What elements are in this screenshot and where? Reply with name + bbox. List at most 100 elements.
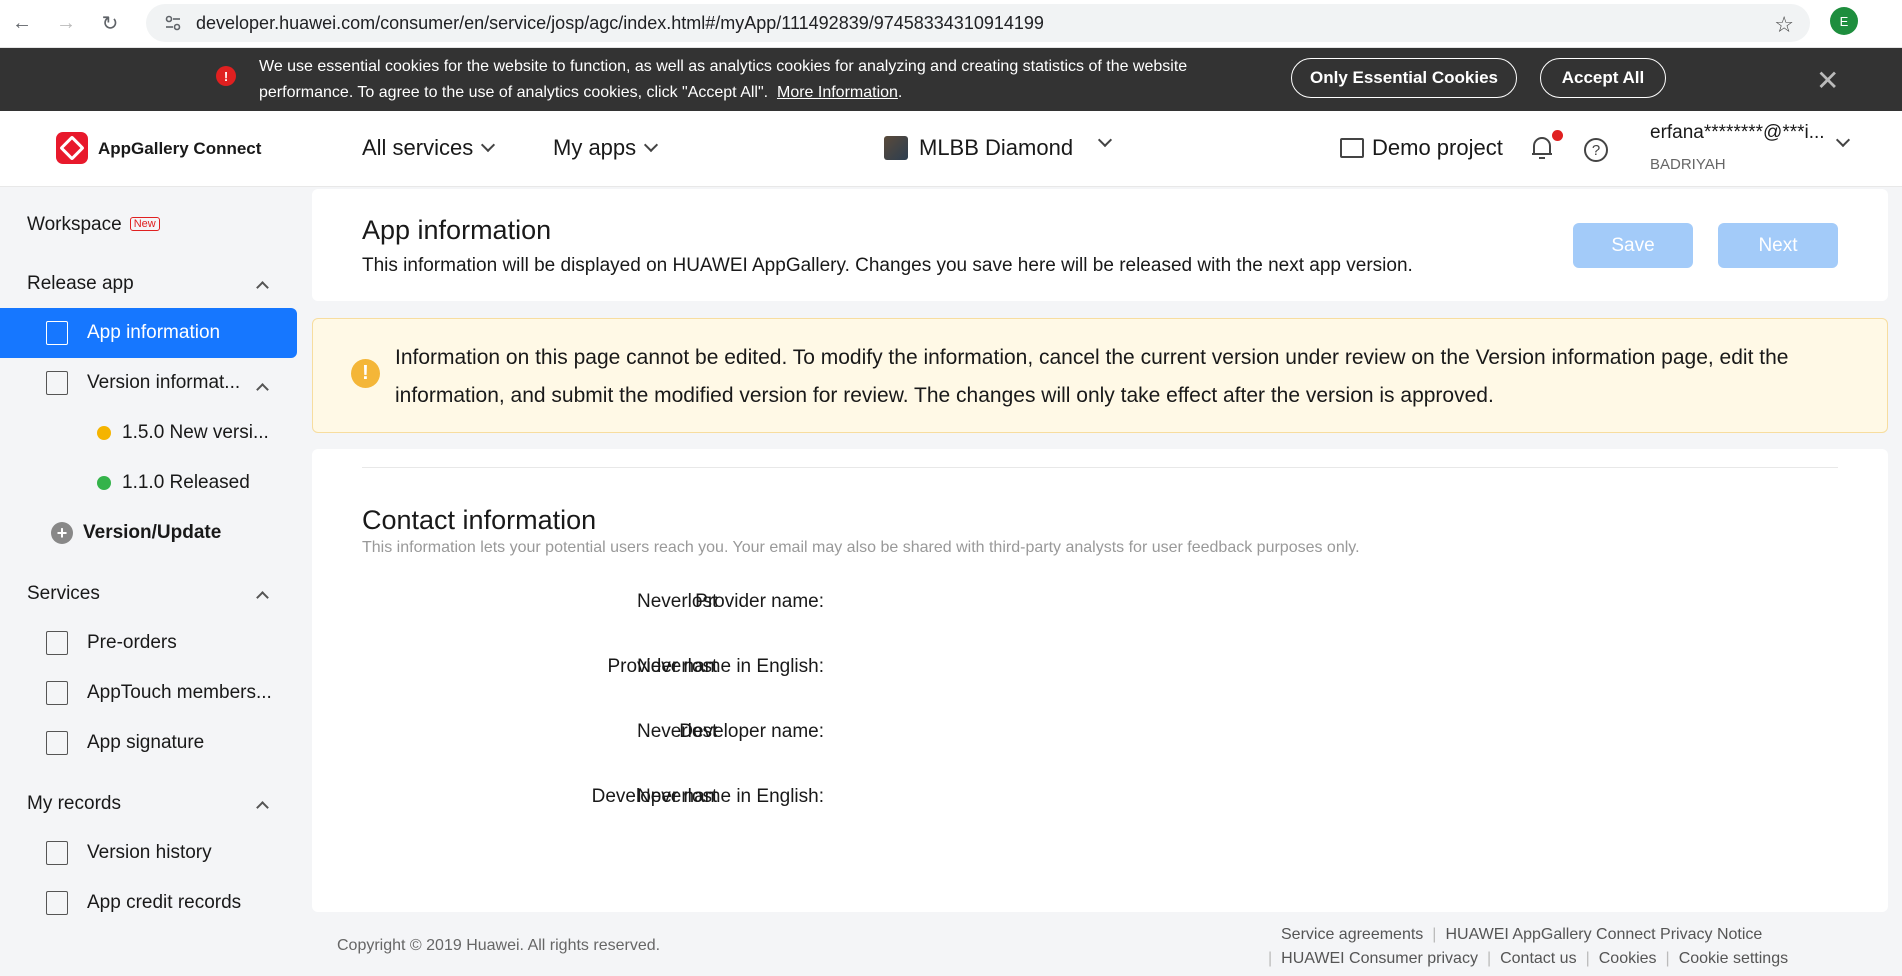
- browser-toolbar: ← → ↻ developer.huawei.com/consumer/en/s…: [0, 0, 1902, 48]
- sidebar-item-label: App information: [87, 322, 221, 343]
- app-signature-icon: [46, 731, 68, 755]
- sidebar: Workspace New Release app App information…: [0, 187, 312, 927]
- sidebar-item-version-update[interactable]: + Version/Update: [0, 508, 297, 558]
- sidebar-item-version-history[interactable]: Version history: [0, 828, 297, 878]
- warning-icon: !: [216, 66, 236, 86]
- user-email[interactable]: erfana********@***i...: [1650, 122, 1825, 144]
- sidebar-item-version-150[interactable]: 1.5.0 New versi...: [0, 408, 297, 458]
- workspace-label: Workspace: [27, 214, 122, 235]
- sidebar-item-pre-orders[interactable]: Pre-orders: [0, 618, 297, 668]
- chevron-up-icon[interactable]: [256, 281, 269, 294]
- chevron-down-icon[interactable]: [1097, 132, 1113, 148]
- cookie-settings-link[interactable]: Cookie settings: [1679, 950, 1788, 967]
- field-value: Neverlost: [637, 721, 718, 742]
- version-info-icon: [46, 371, 68, 395]
- app-header: AppGallery Connect All services My apps …: [0, 111, 1902, 187]
- profile-avatar[interactable]: E: [1830, 7, 1858, 35]
- cookies-link[interactable]: Cookies: [1599, 950, 1657, 967]
- appgallery-logo-icon[interactable]: [56, 132, 88, 164]
- cookie-banner: ! We use essential cookies for the websi…: [0, 48, 1902, 111]
- sidebar-item-label: Version/Update: [83, 522, 222, 543]
- demo-project-link[interactable]: Demo project: [1372, 135, 1503, 161]
- sidebar-item-label: 1.5.0 New versi...: [122, 422, 269, 443]
- divider: [362, 467, 1838, 468]
- contact-us-link[interactable]: Contact us: [1500, 950, 1576, 967]
- more-information-link[interactable]: More Information: [777, 84, 898, 101]
- sidebar-item-workspace[interactable]: Workspace New: [27, 214, 160, 236]
- close-icon[interactable]: ✕: [1816, 64, 1839, 97]
- url-text[interactable]: developer.huawei.com/consumer/en/service…: [196, 13, 1044, 34]
- status-dot-pending: [97, 426, 111, 440]
- alert-text: Information on this page cannot be edite…: [395, 346, 1789, 407]
- help-icon[interactable]: ?: [1584, 138, 1608, 162]
- sidebar-group-services[interactable]: Services: [27, 583, 100, 605]
- plus-icon: +: [51, 522, 73, 544]
- sidebar-item-label: Version informat...: [87, 372, 241, 393]
- sidebar-item-app-signature[interactable]: App signature: [0, 718, 297, 768]
- back-icon[interactable]: ←: [0, 4, 44, 44]
- section-title: Contact information: [362, 505, 597, 535]
- logo-text[interactable]: AppGallery Connect: [98, 139, 261, 159]
- sidebar-item-app-credit[interactable]: App credit records: [0, 878, 297, 928]
- apptouch-icon: [46, 681, 68, 705]
- site-settings-icon[interactable]: [162, 12, 184, 34]
- sidebar-item-label: Pre-orders: [87, 632, 177, 653]
- user-name: BADRIYAH: [1650, 156, 1726, 173]
- service-agreements-link[interactable]: Service agreements: [1281, 926, 1423, 943]
- app-selector[interactable]: MLBB Diamond: [919, 135, 1073, 161]
- all-services-menu[interactable]: All services: [362, 135, 496, 161]
- app-info-icon: [46, 321, 68, 345]
- footer-links-row-1: Service agreements | HUAWEI AppGallery Con…: [1281, 926, 1763, 943]
- cookie-text: We use essential cookies for the website…: [259, 58, 1188, 101]
- page-subtitle: This information will be displayed on HU…: [362, 255, 1413, 276]
- sidebar-item-label: 1.1.0 Released: [122, 472, 250, 493]
- info-alert: ! Information on this page cannot be edi…: [312, 318, 1888, 433]
- sidebar-item-label: App credit records: [87, 892, 242, 913]
- my-apps-menu[interactable]: My apps: [553, 135, 659, 161]
- chevron-down-icon: [481, 137, 496, 153]
- chevron-down-icon[interactable]: [1835, 132, 1851, 148]
- all-services-label: All services: [362, 135, 474, 160]
- field-value: Neverlost: [637, 786, 718, 807]
- sidebar-item-app-information[interactable]: App information: [0, 308, 297, 358]
- only-essential-cookies-button[interactable]: Only Essential Cookies: [1291, 58, 1517, 98]
- accept-all-button[interactable]: Accept All: [1540, 58, 1666, 98]
- bell-icon[interactable]: [1530, 135, 1554, 161]
- footer-links-row-2: | HUAWEI Consumer privacy | Contact us | Cook…: [1268, 950, 1789, 967]
- app-avatar: [884, 136, 908, 160]
- chevron-up-icon[interactable]: [256, 801, 269, 814]
- sidebar-item-apptouch[interactable]: AppTouch members...: [0, 668, 297, 718]
- warning-icon: !: [351, 359, 380, 388]
- reload-icon[interactable]: ↻: [88, 4, 132, 44]
- page-header-card: App information This information will be…: [312, 189, 1888, 301]
- save-button[interactable]: Save: [1573, 223, 1693, 268]
- star-icon[interactable]: ☆: [1774, 12, 1794, 38]
- footer-copyright: Copyright © 2019 Huawei. All rights rese…: [337, 937, 661, 954]
- consumer-privacy-link[interactable]: HUAWEI Consumer privacy: [1281, 950, 1478, 967]
- section-subtitle: This information lets your potential use…: [362, 539, 1360, 556]
- chevron-down-icon: [644, 137, 659, 153]
- sidebar-group-release-app[interactable]: Release app: [27, 273, 134, 295]
- sidebar-group-my-records[interactable]: My records: [27, 793, 121, 815]
- field-value: Neverlost: [637, 591, 718, 612]
- sidebar-item-label: App signature: [87, 732, 205, 753]
- privacy-notice-link[interactable]: HUAWEI AppGallery Connect Privacy Notice: [1445, 926, 1762, 943]
- cookie-message: We use essential cookies for the website…: [259, 58, 1188, 101]
- chevron-up-icon[interactable]: [256, 591, 269, 604]
- new-badge: New: [129, 217, 160, 231]
- address-bar[interactable]: developer.huawei.com/consumer/en/service…: [146, 4, 1810, 42]
- page-title: App information: [362, 215, 552, 245]
- sidebar-item-version-110[interactable]: 1.1.0 Released: [0, 458, 297, 508]
- field-value: Neverlost: [637, 656, 718, 677]
- sidebar-item-label: AppTouch members...: [87, 682, 272, 703]
- contact-info-card: Contact information This information let…: [312, 449, 1888, 912]
- app-credit-icon: [46, 891, 68, 915]
- version-history-icon: [46, 841, 68, 865]
- forward-icon[interactable]: →: [44, 4, 88, 44]
- notification-badge: [1552, 130, 1563, 141]
- sidebar-item-version-information[interactable]: Version informat...: [0, 358, 297, 408]
- pre-orders-icon: [46, 631, 68, 655]
- next-button[interactable]: Next: [1718, 223, 1838, 268]
- sidebar-item-label: Version history: [87, 842, 212, 863]
- my-apps-label: My apps: [553, 135, 637, 160]
